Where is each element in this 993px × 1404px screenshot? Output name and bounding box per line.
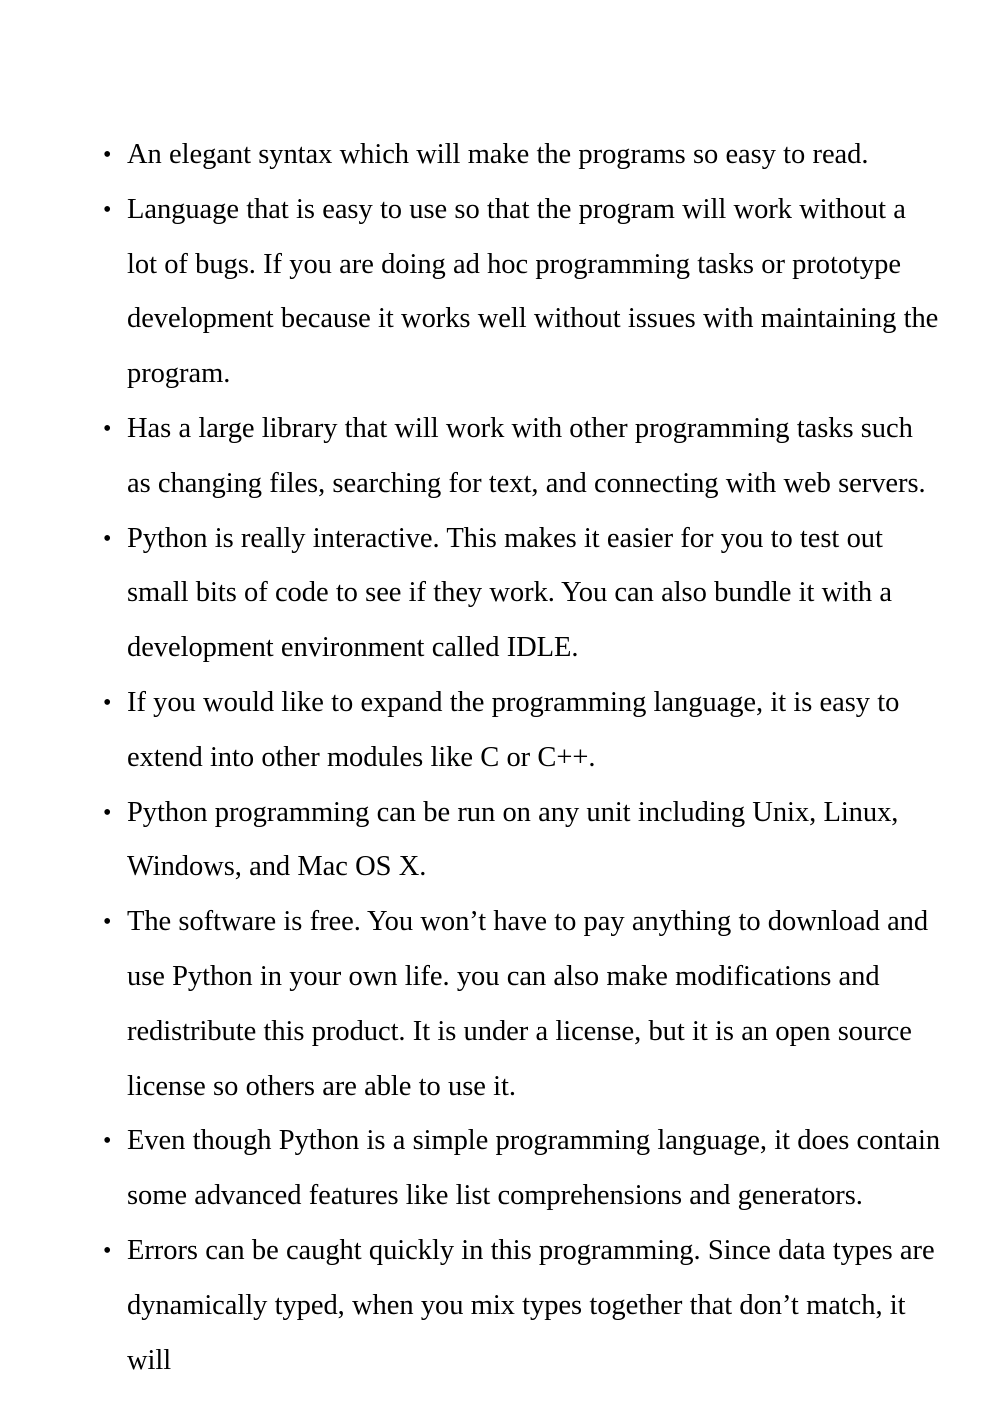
list-item: • Python programming can be run on any u… <box>103 786 943 896</box>
list-item: • Has a large library that will work wit… <box>103 402 943 512</box>
list-item-text: An elegant syntax which will make the pr… <box>127 139 869 170</box>
list-item-text: Errors can be caught quickly in this pro… <box>127 1234 935 1376</box>
bullet-dot-icon: • <box>103 1128 112 1155</box>
list-item: • Language that is easy to use so that t… <box>103 183 943 402</box>
document-body: • An elegant syntax which will make the … <box>103 128 943 1388</box>
list-item: • An elegant syntax which will make the … <box>103 128 943 183</box>
list-item: • Even though Python is a simple program… <box>103 1114 943 1224</box>
bullet-dot-icon: • <box>103 415 112 442</box>
bullet-dot-icon: • <box>103 799 112 826</box>
bullet-dot-icon: • <box>103 1237 112 1264</box>
list-item: • Python is really interactive. This mak… <box>103 512 943 676</box>
bullet-dot-icon: • <box>103 196 112 223</box>
document-page: • An elegant syntax which will make the … <box>0 0 993 1404</box>
list-item: • Errors can be caught quickly in this p… <box>103 1224 943 1388</box>
bullet-dot-icon: • <box>103 689 112 716</box>
list-item-text: Even though Python is a simple programmi… <box>127 1125 941 1212</box>
bullet-dot-icon: • <box>103 525 112 552</box>
list-item-text: Has a large library that will work with … <box>127 412 926 499</box>
list-item: • The software is free. You won’t have t… <box>103 895 943 1114</box>
list-item: • If you would like to expand the progra… <box>103 676 943 786</box>
list-item-text: Python is really interactive. This makes… <box>127 522 892 664</box>
list-item-text: The software is free. You won’t have to … <box>127 906 929 1102</box>
bullet-dot-icon: • <box>103 909 112 936</box>
feature-bullet-list: • An elegant syntax which will make the … <box>103 128 943 1388</box>
list-item-text: Python programming can be run on any uni… <box>127 796 899 883</box>
list-item-text: Language that is easy to use so that the… <box>127 193 939 390</box>
bullet-dot-icon: • <box>103 142 112 168</box>
list-item-text: If you would like to expand the programm… <box>127 686 900 773</box>
